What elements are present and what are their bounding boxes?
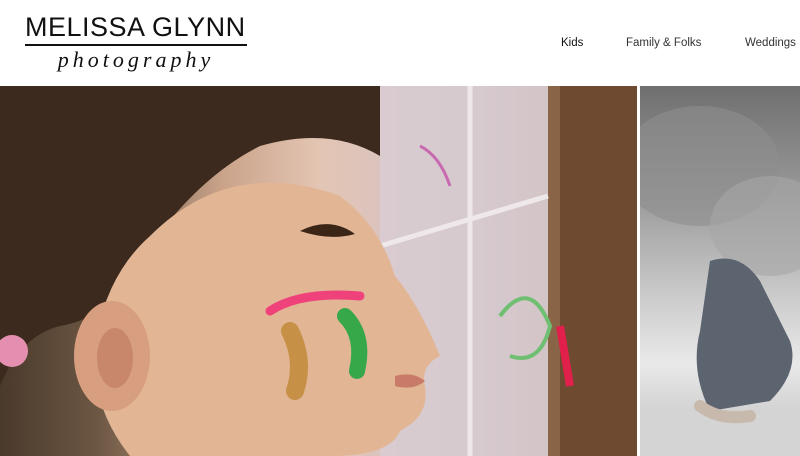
kid-face-paint-illustration (0, 86, 637, 456)
child-sitting-bw-illustration (640, 106, 800, 456)
main-nav: Kids Family & Folks Weddings (0, 37, 800, 55)
gallery-image-child-sitting-bw[interactable] (640, 86, 800, 456)
nav-item-kids[interactable]: Kids (561, 37, 583, 49)
site-header: MELISSA GLYNN photography Kids Family & … (0, 0, 800, 85)
nav-item-family-folks[interactable]: Family & Folks (626, 37, 701, 49)
nav-item-weddings[interactable]: Weddings (745, 37, 796, 49)
gallery-image-kid-face-paint[interactable] (0, 86, 637, 456)
